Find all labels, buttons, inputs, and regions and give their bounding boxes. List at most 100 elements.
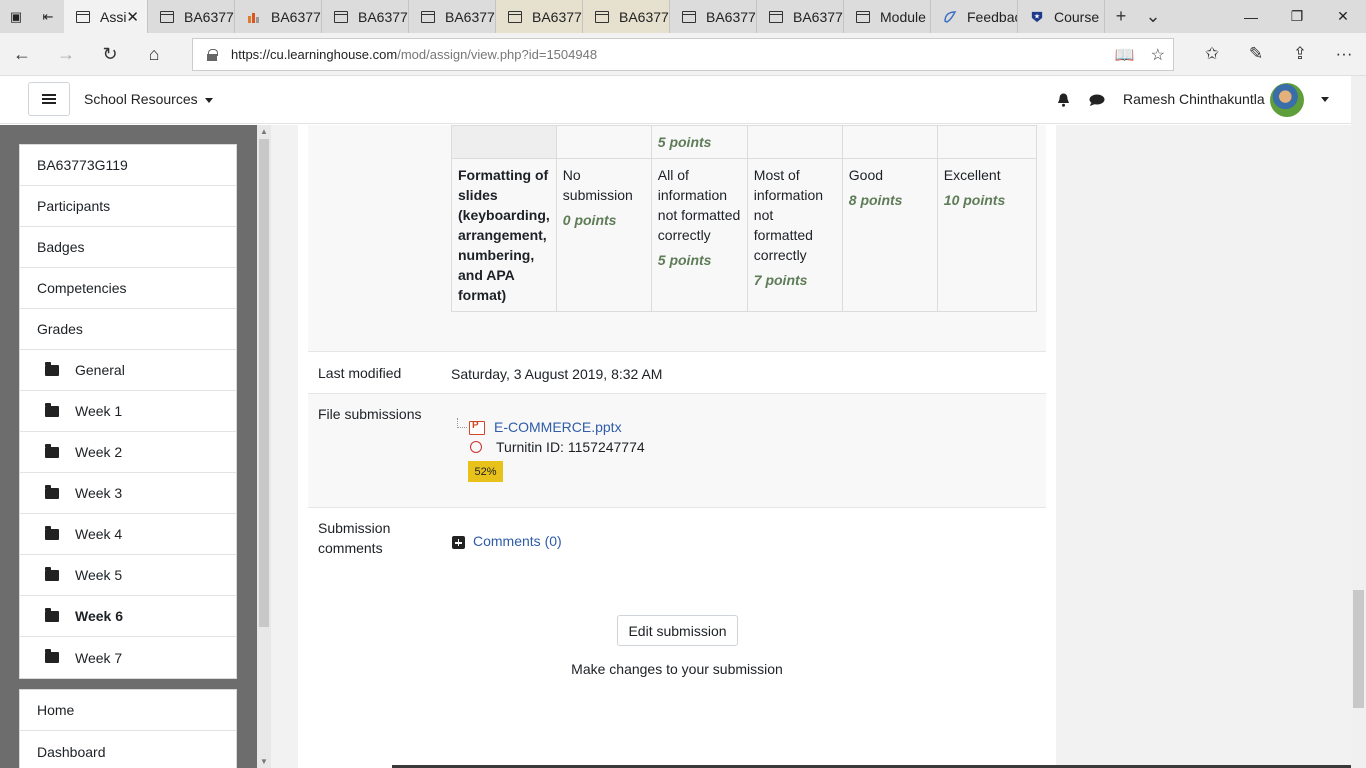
edit-submission-button[interactable]: Edit submission <box>617 615 738 646</box>
rubric-level-cell[interactable]: Most of information not formatted correc… <box>746 158 843 312</box>
nav-item-week-2[interactable]: Week 2 <box>20 432 236 473</box>
site-header: School Resources Ramesh Chinthakuntla <box>0 76 1351 124</box>
rubric-level-cell[interactable]: Good 8 points <box>841 158 938 312</box>
browser-tab[interactable]: BA6377 <box>583 0 670 33</box>
browser-tab-bar: ▣ ⇤ Assi ✕ BA6377 BA6377 BA6377 BA6377 B… <box>0 0 1366 33</box>
messages-icon[interactable] <box>1089 94 1105 106</box>
reading-view-icon[interactable]: 📖 <box>1115 45 1135 65</box>
favorites-icon[interactable]: ✩ <box>1190 44 1234 64</box>
more-icon[interactable]: ··· <box>1322 44 1366 64</box>
rubric-row: 5 points <box>451 125 1037 159</box>
new-tab-icon[interactable]: + <box>1105 6 1137 27</box>
close-tab-icon[interactable]: ✕ <box>126 8 139 26</box>
nav-item-week-6[interactable]: Week 6 <box>20 596 236 637</box>
browser-tab[interactable]: BA6377 <box>409 0 496 33</box>
nav-item-course[interactable]: BA63773G119 <box>20 145 236 186</box>
similarity-score-badge[interactable]: 52% <box>468 461 503 482</box>
restore-icon[interactable]: ❐ <box>1274 0 1320 33</box>
back-icon[interactable]: ← <box>0 44 44 65</box>
page-icon <box>856 10 870 23</box>
browser-tab[interactable]: BA6377 <box>496 0 583 33</box>
address-bar[interactable]: https://cu.learninghouse.com/mod/assign/… <box>192 38 1174 71</box>
browser-tab[interactable]: BA6377 <box>322 0 409 33</box>
tab-actions-icon[interactable]: ▣ <box>0 0 32 33</box>
drawer-scrollbar[interactable]: ▲ ▼ <box>257 125 271 768</box>
folder-icon <box>45 402 59 417</box>
browser-tab[interactable]: Feedbac <box>931 0 1018 33</box>
forward-icon[interactable]: → <box>44 44 88 65</box>
course-nav-list: BA63773G119 Participants Badges Competen… <box>19 144 237 679</box>
nav-item-week-5[interactable]: Week 5 <box>20 555 236 596</box>
share-icon[interactable]: ⇪ <box>1278 44 1322 64</box>
page-icon <box>421 10 435 23</box>
scroll-down-icon[interactable]: ▼ <box>260 757 268 766</box>
folder-icon <box>45 443 59 458</box>
favorite-star-icon[interactable]: ☆ <box>1151 45 1165 65</box>
user-menu-caret-icon[interactable] <box>1321 97 1329 102</box>
tab-preview-chevron-icon[interactable]: ⌄ <box>1137 6 1169 27</box>
browser-tab-active[interactable]: Assi ✕ <box>64 0 148 33</box>
drawer-toggle-button[interactable] <box>28 82 70 116</box>
browser-tab[interactable]: Module <box>844 0 931 33</box>
folder-icon <box>45 361 59 376</box>
minimize-icon[interactable]: — <box>1228 0 1274 33</box>
tree-connector <box>457 418 467 428</box>
nav-item-dashboard[interactable]: Dashboard <box>20 731 236 768</box>
school-resources-menu[interactable]: School Resources <box>84 91 213 107</box>
rubric-level-cell[interactable]: Excellent 10 points <box>936 158 1037 312</box>
nav-item-grades[interactable]: Grades <box>20 309 236 350</box>
file-submissions-label: File submissions <box>318 406 422 422</box>
browser-tab[interactable]: BA6377 <box>235 0 322 33</box>
rubric-criterion-cell: Formatting of slides (keyboarding, arran… <box>451 158 557 312</box>
nav-item-competencies[interactable]: Competencies <box>20 268 236 309</box>
user-menu-name[interactable]: Ramesh Chinthakuntla <box>1123 91 1265 107</box>
nav-item-week-3[interactable]: Week 3 <box>20 473 236 514</box>
lock-icon <box>207 48 218 61</box>
page-icon <box>595 10 609 23</box>
page-icon <box>508 10 522 23</box>
rubric-level-cell[interactable]: No submission 0 points <box>555 158 652 312</box>
chart-icon <box>248 12 259 23</box>
submission-comments-label: Submission comments <box>318 520 391 556</box>
rubric-criterion-cell <box>451 125 557 159</box>
nav-item-week-7[interactable]: Week 7 <box>20 637 236 678</box>
browser-nav-bar: ← → ↻ ⌂ https://cu.learninghouse.com/mod… <box>0 33 1366 76</box>
page-scroll-thumb[interactable] <box>1353 590 1364 708</box>
nav-item-participants[interactable]: Participants <box>20 186 236 227</box>
rubric-row: Formatting of slides (keyboarding, arran… <box>451 158 1037 312</box>
powerpoint-file-icon <box>469 420 485 435</box>
close-window-icon[interactable]: ✕ <box>1320 0 1366 33</box>
turnitin-icon <box>470 441 482 453</box>
rubric-level-cell <box>841 125 938 159</box>
scroll-up-icon[interactable]: ▲ <box>260 127 268 136</box>
refresh-icon[interactable]: ↻ <box>88 44 132 65</box>
notification-bell-icon[interactable] <box>1057 93 1070 107</box>
nav-item-week-4[interactable]: Week 4 <box>20 514 236 555</box>
expand-plus-icon[interactable] <box>452 536 465 549</box>
user-avatar[interactable] <box>1270 83 1304 117</box>
rubric-level-cell[interactable]: All of information not formatted correct… <box>650 158 748 312</box>
caret-down-icon <box>204 97 213 103</box>
drawer-scroll-thumb[interactable] <box>259 139 269 627</box>
row-divider <box>308 507 1046 508</box>
pen-icon[interactable]: ✎ <box>1234 44 1278 64</box>
submitted-file-link[interactable]: E-COMMERCE.pptx <box>494 419 622 435</box>
folder-icon <box>45 649 59 663</box>
browser-tab[interactable]: BA6377 <box>670 0 757 33</box>
folder-icon <box>45 484 59 499</box>
browser-tab[interactable]: BA6377 <box>148 0 235 33</box>
nav-item-week-1[interactable]: Week 1 <box>20 391 236 432</box>
nav-item-general[interactable]: General <box>20 350 236 391</box>
page-icon <box>769 10 783 23</box>
home-icon[interactable]: ⌂ <box>132 44 176 65</box>
browser-tab[interactable]: BA6377 <box>757 0 844 33</box>
site-nav-list: Home Dashboard <box>19 689 237 768</box>
comments-link[interactable]: Comments (0) <box>473 533 562 549</box>
nav-item-home[interactable]: Home <box>20 690 236 731</box>
set-aside-tabs-icon[interactable]: ⇤ <box>32 0 64 33</box>
page-scrollbar[interactable] <box>1351 76 1366 768</box>
nav-item-badges[interactable]: Badges <box>20 227 236 268</box>
browser-tab[interactable]: ★ Course <box>1018 0 1105 33</box>
turnitin-id: Turnitin ID: 1157247774 <box>496 439 645 455</box>
folder-icon <box>45 525 59 540</box>
